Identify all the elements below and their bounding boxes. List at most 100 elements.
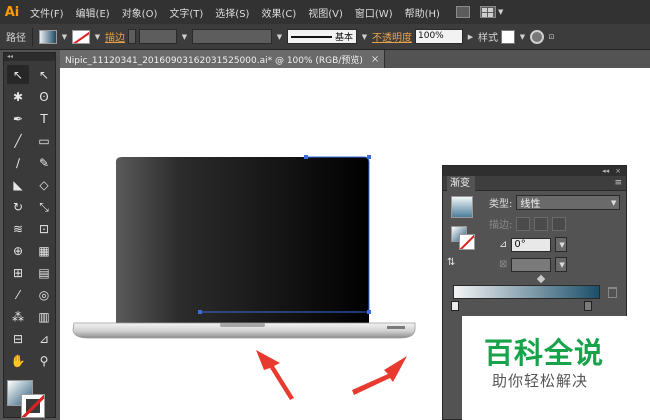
anchor-point (367, 310, 371, 314)
laptop-port (387, 326, 405, 329)
bridge-icon[interactable] (455, 6, 470, 18)
aspect-dropdown[interactable]: ▼ (555, 257, 568, 272)
panel-fill-stroke (451, 226, 477, 252)
magic-wand-tool[interactable]: ✱ (7, 87, 29, 106)
stroke-along-icon[interactable] (534, 216, 549, 231)
tool-grid: ↖ ↖ ✱ ʘ ✒ T ╱ ▭ ∕ ✎ ◣ ◇ ↻ ⤡ ≋ ⊡ ⊕ ▦ ⊞ ▤ ⁄ ◎ ⁂ ▥ ⊟ ⊿ ✋ ⚲ (4, 61, 55, 374)
close-icon[interactable]: × (615, 167, 621, 175)
aspect-ratio-field[interactable] (511, 257, 552, 272)
line-tool[interactable]: ╱ (7, 131, 29, 150)
close-icon[interactable]: × (371, 54, 379, 65)
transform-icon[interactable]: ⊡ (547, 33, 556, 41)
panel-menu-icon[interactable]: ≡ (614, 178, 622, 188)
menu-type[interactable]: 文字(T) (163, 5, 209, 20)
gradient-stop-start[interactable] (451, 301, 459, 311)
document-tab-bar: Nipic_11120341_20160903162031525000.ai* … (60, 50, 650, 68)
gradient-type-select[interactable]: 线性 ▼ (516, 195, 621, 210)
chevron-down-icon[interactable]: ▼ (360, 33, 369, 41)
zoom-tool[interactable]: ⚲ (33, 351, 55, 370)
chevron-down-icon[interactable]: ▼ (498, 8, 503, 16)
stroke-color-swatch[interactable] (21, 394, 45, 418)
gradient-stroke-label: 描边: (489, 220, 513, 231)
pen-tool[interactable]: ✒ (7, 109, 29, 128)
fill-swatch[interactable] (39, 29, 57, 44)
selection-type-label: 路径 (6, 33, 26, 44)
rotate-tool[interactable]: ↻ (7, 197, 29, 216)
document-tab[interactable]: Nipic_11120341_20160903162031525000.ai* … (60, 50, 385, 68)
panel-stroke-swatch[interactable] (459, 234, 475, 250)
chevron-down-icon[interactable]: ▼ (275, 33, 284, 41)
panel-title-bar[interactable]: ◂◂ × (443, 166, 626, 176)
menu-view[interactable]: 视图(V) (302, 5, 349, 20)
style-label: 样式 (478, 33, 498, 44)
type-tool[interactable]: T (33, 109, 55, 128)
recolor-artwork-icon[interactable] (530, 29, 544, 44)
variable-width-profile[interactable] (192, 29, 272, 44)
toolbox-grip[interactable]: ◂◂ (4, 53, 55, 61)
reverse-gradient-icon[interactable]: ⇅ (447, 257, 455, 268)
blob-brush-tool[interactable]: ◣ (7, 175, 29, 194)
mesh-tool[interactable]: ⊞ (7, 263, 29, 282)
eyedropper-tool[interactable]: ⁄ (7, 285, 29, 304)
shape-builder-tool[interactable]: ⊕ (7, 241, 29, 260)
symbol-sprayer-tool[interactable]: ⁂ (7, 307, 29, 326)
stroke-label[interactable]: 描边 (105, 29, 125, 44)
rectangle-tool[interactable]: ▭ (33, 131, 55, 150)
graphic-style-swatch[interactable] (501, 29, 515, 44)
slice-tool[interactable]: ⊿ (33, 329, 55, 348)
column-graph-tool[interactable]: ▥ (33, 307, 55, 326)
midpoint-diamond[interactable] (536, 274, 546, 284)
chevron-down-icon[interactable]: ▼ (180, 33, 189, 41)
hand-tool[interactable]: ✋ (7, 351, 29, 370)
panel-tab-bar: 渐变 ≡ (443, 175, 626, 191)
menu-object[interactable]: 对象(O) (116, 5, 164, 20)
laptop-screen (116, 157, 369, 323)
stroke-weight-field[interactable] (139, 29, 177, 44)
angle-dropdown[interactable]: ▼ (555, 237, 568, 252)
gradient-preview-swatch[interactable] (451, 196, 473, 218)
fill-stroke-control (4, 378, 55, 420)
gradient-tool[interactable]: ▤ (33, 263, 55, 282)
chevron-down-icon[interactable]: ▼ (518, 33, 527, 41)
collapse-icon[interactable]: ◂◂ (602, 167, 609, 175)
red-arrow-up-left (256, 350, 294, 400)
opacity-label[interactable]: 不透明度 (372, 29, 412, 44)
menu-select[interactable]: 选择(S) (209, 5, 255, 20)
menu-help[interactable]: 帮助(H) (399, 5, 446, 20)
scale-tool[interactable]: ⤡ (33, 197, 55, 216)
opacity-field[interactable]: 100% (415, 29, 463, 44)
chevron-down-icon[interactable]: ▼ (93, 33, 102, 41)
chevron-down-icon[interactable]: ▶ (466, 33, 475, 41)
stroke-weight-stepper[interactable] (128, 29, 136, 44)
blend-tool[interactable]: ◎ (33, 285, 55, 304)
gradient-stop-end[interactable] (584, 301, 592, 311)
menu-effect[interactable]: 效果(C) (255, 5, 302, 20)
menu-window[interactable]: 窗口(W) (349, 5, 399, 20)
pencil-tool[interactable]: ✎ (33, 153, 55, 172)
warp-tool[interactable]: ≋ (7, 219, 29, 238)
stroke-within-icon[interactable] (516, 216, 531, 231)
tab-gradient[interactable]: 渐变 (447, 175, 475, 191)
anchor-point (198, 310, 202, 314)
gradient-slider[interactable] (453, 285, 600, 299)
selection-tool[interactable]: ↖ (7, 65, 29, 84)
artboard-tool[interactable]: ⊟ (7, 329, 29, 348)
stroke-swatch[interactable] (72, 29, 90, 44)
stroke-line-preview (291, 35, 332, 38)
angle-field[interactable]: 0° (511, 237, 552, 252)
arrange-documents-icon[interactable] (479, 6, 496, 18)
chevron-down-icon[interactable]: ▼ (60, 33, 69, 41)
lasso-tool[interactable]: ʘ (33, 87, 55, 106)
eraser-tool[interactable]: ◇ (33, 175, 55, 194)
watermark-title: 百科全说 (484, 336, 605, 370)
perspective-grid-tool[interactable]: ▦ (33, 241, 55, 260)
brush-definition[interactable]: 基本 (287, 29, 357, 44)
free-transform-tool[interactable]: ⊡ (33, 219, 55, 238)
chevron-down-icon: ▼ (610, 198, 617, 207)
trash-icon[interactable] (608, 287, 617, 298)
stroke-across-icon[interactable] (552, 216, 567, 231)
menu-file[interactable]: 文件(F) (24, 5, 70, 20)
menu-edit[interactable]: 编辑(E) (70, 5, 116, 20)
direct-selection-tool[interactable]: ↖ (33, 65, 55, 84)
paintbrush-tool[interactable]: ∕ (7, 153, 29, 172)
